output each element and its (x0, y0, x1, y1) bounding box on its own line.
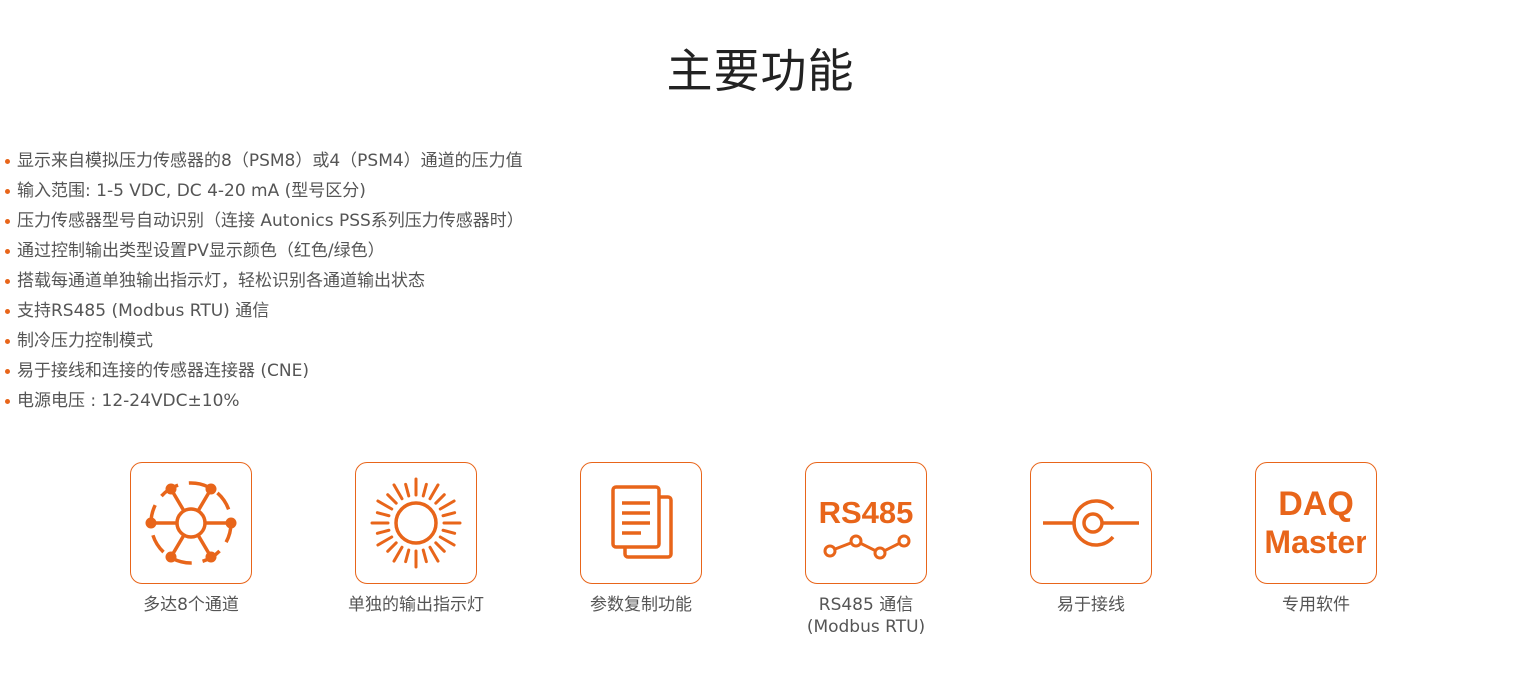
feature-icon-item-indicator: 单独的输出指示灯 (321, 462, 511, 616)
feature-item: 易于接线和连接的传感器连接器 (CNE) (3, 356, 524, 386)
bullet-icon (5, 369, 10, 374)
bullet-icon (5, 309, 10, 314)
feature-item: 输入范围: 1-5 VDC, DC 4-20 mA (型号区分) (3, 176, 524, 206)
feature-text: 输入范围: 1-5 VDC, DC 4-20 mA (型号区分) (17, 181, 366, 201)
sun-ray (376, 499, 394, 511)
sun-ray (404, 548, 411, 564)
feature-item: 通过控制输出类型设置PV显示颜色（红色/绿色） (3, 236, 524, 266)
sun-ray (392, 483, 404, 501)
sun-indicator-icon (370, 477, 462, 569)
rs485-icon: RS485 (819, 495, 914, 560)
sun-ray (434, 541, 446, 553)
feature-text: 制冷压力控制模式 (17, 331, 153, 351)
sun-ray (376, 535, 394, 547)
bullet-icon (5, 279, 10, 284)
feature-label: RS485 通信 (Modbus RTU) (771, 594, 961, 638)
sun-ray (386, 541, 398, 553)
feature-text: 支持RS485 (Modbus RTU) 通信 (17, 301, 270, 321)
sun-ray (428, 545, 440, 563)
daq-master-icon: DAQ Master (1266, 485, 1366, 560)
connector-wiring-icon (1043, 499, 1139, 547)
feature-icon-item-copy: 参数复制功能 (546, 462, 736, 616)
bullet-icon (5, 219, 10, 224)
sun-ray (404, 482, 411, 498)
sun-ray (386, 493, 398, 505)
bullet-icon (5, 249, 10, 254)
icon-box (1030, 462, 1152, 584)
icon-box: DAQ Master (1255, 462, 1377, 584)
feature-item: 显示来自模拟压力传感器的8（PSM8）或4（PSM4）通道的压力值 (3, 146, 524, 176)
feature-icon-item-rs485: RS485 RS485 通信 (Modbus RTU) (771, 462, 961, 638)
feature-text: 压力传感器型号自动识别（连接 Autonics PSS系列压力传感器时） (17, 211, 524, 231)
channels-network-icon (145, 481, 237, 565)
icon-box (355, 462, 477, 584)
feature-item: 搭载每通道单独输出指示灯，轻松识别各通道输出状态 (3, 266, 524, 296)
icon-box (130, 462, 252, 584)
feature-label-line2: (Modbus RTU) (806, 617, 926, 637)
feature-item: 压力传感器型号自动识别（连接 Autonics PSS系列压力传感器时） (3, 206, 524, 236)
feature-icon-item-software: DAQ Master 专用软件 (1221, 462, 1411, 616)
feature-label: 专用软件 (1282, 595, 1350, 615)
sun-ray (441, 528, 457, 535)
icon-box: RS485 (805, 462, 927, 584)
icon-box (580, 462, 702, 584)
feature-text: 电源电压 : 12-24VDC±10% (17, 391, 240, 411)
rs485-glyph-text: RS485 (819, 495, 914, 530)
bullet-icon (5, 339, 10, 344)
feature-label: 易于接线 (1057, 595, 1125, 615)
feature-item: 制冷压力控制模式 (3, 326, 524, 356)
sun-ray (438, 499, 456, 511)
bullet-icon (5, 399, 10, 404)
feature-text: 搭载每通道单独输出指示灯，轻松识别各通道输出状态 (17, 271, 425, 291)
feature-item: 支持RS485 (Modbus RTU) 通信 (3, 296, 524, 326)
bullet-icon (5, 159, 10, 164)
sun-ray (375, 511, 391, 518)
feature-text: 易于接线和连接的传感器连接器 (CNE) (17, 361, 309, 381)
feature-label: 单独的输出指示灯 (348, 595, 484, 615)
daq-glyph-line2: Master (1266, 524, 1366, 560)
feature-list: 显示来自模拟压力传感器的8（PSM8）或4（PSM4）通道的压力值 输入范围: … (3, 146, 524, 416)
sun-ray (428, 483, 440, 501)
sun-ray (421, 548, 428, 564)
sun-ray (421, 482, 428, 498)
daq-glyph-line1: DAQ (1278, 485, 1354, 523)
sun-ray (392, 545, 404, 563)
page-title: 主要功能 (666, 44, 855, 98)
sun-ray (441, 511, 457, 518)
sun-ray (375, 528, 391, 535)
feature-label-line1: RS485 通信 (818, 595, 914, 615)
feature-icon-item-channels: 多达8个通道 (96, 462, 286, 616)
sun-ray (434, 493, 446, 505)
feature-item: 电源电压 : 12-24VDC±10% (3, 386, 524, 416)
feature-icon-item-wiring: 易于接线 (996, 462, 1186, 616)
feature-label: 参数复制功能 (590, 595, 692, 615)
copy-documents-icon (611, 485, 673, 559)
feature-label: 多达8个通道 (143, 595, 239, 615)
sun-ray (438, 535, 456, 547)
bullet-icon (5, 189, 10, 194)
feature-text: 通过控制输出类型设置PV显示颜色（红色/绿色） (17, 241, 385, 261)
feature-text: 显示来自模拟压力传感器的8（PSM8）或4（PSM4）通道的压力值 (17, 151, 523, 171)
